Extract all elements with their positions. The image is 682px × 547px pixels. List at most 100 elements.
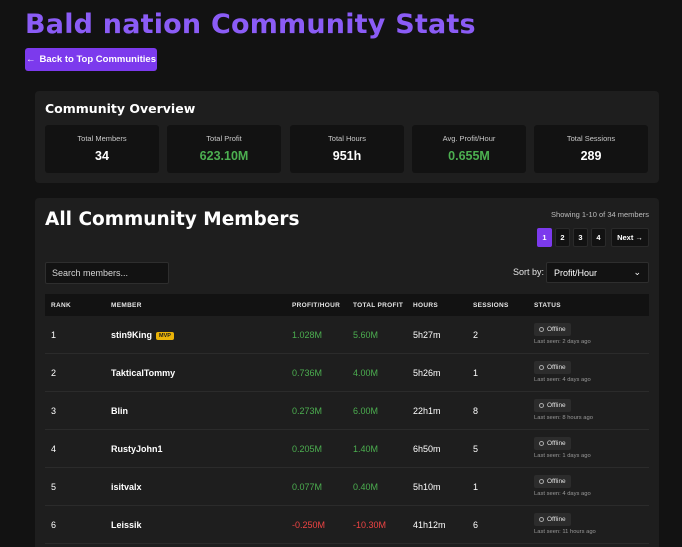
table-row[interactable]: 1 stin9King MVP 1.028M 5.60M 5h27m 2 Offl… (45, 316, 649, 354)
member-name: Blin (111, 406, 128, 416)
member-name: isitvalx (111, 482, 142, 492)
status-dot-icon (539, 441, 544, 446)
col-sessions: SESSIONS (473, 302, 509, 309)
total-profit: 0.40M (353, 482, 379, 492)
member-name: stin9King MVP (111, 330, 174, 340)
stat-value: 0.655M (448, 149, 490, 163)
status-text: Offline (547, 516, 566, 523)
profit-hour: 1.028M (292, 330, 323, 340)
total-profit: 5.60M (353, 330, 379, 340)
total-profit: 6.00M (353, 406, 379, 416)
back-to-top-communities-button[interactable]: ← Back to Top Communities (25, 48, 157, 71)
sessions: 1 (473, 368, 479, 378)
search-members-input[interactable] (45, 262, 169, 284)
rank: 4 (51, 444, 57, 454)
last-seen: Last seen: 1 days ago (534, 453, 591, 459)
table-row[interactable]: 4 RustyJohn1 0.205M 1.40M 6h50m 5 Offlin… (45, 430, 649, 468)
stat-total-sessions: Total Sessions 289 (534, 125, 648, 173)
sort-select[interactable]: Profit/Hour ⌄ (546, 262, 649, 283)
stat-label: Total Sessions (566, 134, 616, 143)
sort-value: Profit/Hour (554, 267, 598, 278)
col-rank: RANK (51, 302, 71, 309)
pagination: 1 2 3 4 Next → (537, 228, 649, 247)
status-badge: Offline (534, 475, 571, 488)
col-hours: HOURS (413, 302, 438, 309)
total-profit: 4.00M (353, 368, 379, 378)
member-name-text: stin9King (111, 330, 153, 340)
overview-title: Community Overview (45, 101, 196, 116)
page-button-3[interactable]: 3 (573, 228, 588, 247)
table-row[interactable]: 5 isitvalx 0.077M 0.40M 5h10m 1 Offline … (45, 468, 649, 506)
sessions: 8 (473, 406, 479, 416)
stat-label: Total Profit (206, 134, 242, 143)
next-label: Next (617, 233, 634, 242)
chevron-down-icon: ⌄ (633, 267, 641, 277)
stat-label: Total Hours (328, 134, 366, 143)
status-text: Offline (547, 478, 566, 485)
sessions: 6 (473, 520, 479, 530)
page-button-1[interactable]: 1 (537, 228, 552, 247)
table-header: RANK MEMBER PROFIT/HOUR TOTAL PROFIT HOU… (45, 294, 649, 316)
status-text: Offline (547, 440, 566, 447)
status-text: Offline (547, 402, 566, 409)
status-badge: Offline (534, 437, 571, 450)
stat-total-members: Total Members 34 (45, 125, 159, 173)
table-row[interactable]: 2 TakticalTommy 0.736M 4.00M 5h26m 1 Off… (45, 354, 649, 392)
mvp-badge: MVP (156, 332, 174, 340)
col-total-profit: TOTAL PROFIT (353, 302, 404, 309)
page-button-2[interactable]: 2 (555, 228, 570, 247)
col-member: MEMBER (111, 302, 142, 309)
back-button-label: Back to Top Communities (39, 54, 156, 65)
status-badge: Offline (534, 323, 571, 336)
rank: 6 (51, 520, 57, 530)
hours: 6h50m (413, 444, 441, 454)
hours: 5h26m (413, 368, 441, 378)
hours: 41h12m (413, 520, 446, 530)
stat-total-profit: Total Profit 623.10M (167, 125, 281, 173)
rank: 2 (51, 368, 57, 378)
table-row[interactable]: 3 Blin 0.273M 6.00M 22h1m 8 Offline Last… (45, 392, 649, 430)
next-page-button[interactable]: Next → (611, 228, 649, 247)
arrow-left-icon: ← (26, 54, 36, 65)
stat-label: Total Members (77, 134, 127, 143)
stat-total-hours: Total Hours 951h (290, 125, 404, 173)
last-seen: Last seen: 8 hours ago (534, 415, 593, 421)
status-badge: Offline (534, 361, 571, 374)
sort-label: Sort by: (513, 267, 545, 277)
arrow-right-icon: → (635, 233, 643, 242)
last-seen: Last seen: 4 days ago (534, 491, 591, 497)
status-dot-icon (539, 479, 544, 484)
member-name: RustyJohn1 (111, 444, 163, 454)
hours: 22h1m (413, 406, 441, 416)
profit-hour: 0.205M (292, 444, 323, 454)
page-button-4[interactable]: 4 (591, 228, 606, 247)
community-members-panel: All Community Members Showing 1-10 of 34… (35, 198, 659, 547)
col-status: STATUS (534, 302, 561, 309)
last-seen: Last seen: 11 hours ago (534, 529, 596, 535)
page-title: Bald nation Community Stats (25, 9, 476, 40)
status-dot-icon (539, 365, 544, 370)
stat-avg-profit-hour: Avg. Profit/Hour 0.655M (412, 125, 526, 173)
rank: 5 (51, 482, 57, 492)
last-seen: Last seen: 2 days ago (534, 339, 591, 345)
hours: 5h27m (413, 330, 441, 340)
total-profit: -10.30M (353, 520, 387, 530)
status-dot-icon (539, 327, 544, 332)
profit-hour: -0.250M (292, 520, 326, 530)
status-dot-icon (539, 517, 544, 522)
col-profit-hour: PROFIT/HOUR (292, 302, 341, 309)
status-badge: Offline (534, 399, 571, 412)
total-profit: 1.40M (353, 444, 379, 454)
status-badge: Offline (534, 513, 571, 526)
showing-count: Showing 1-10 of 34 members (551, 210, 649, 219)
profit-hour: 0.736M (292, 368, 323, 378)
sessions: 2 (473, 330, 479, 340)
stat-value: 623.10M (199, 149, 249, 163)
hours: 5h10m (413, 482, 441, 492)
stat-value: 289 (580, 149, 602, 163)
stat-value: 34 (95, 149, 109, 163)
last-seen: Last seen: 4 days ago (534, 377, 591, 383)
table-row[interactable]: 6 Leissik -0.250M -10.30M 41h12m 6 Offli… (45, 506, 649, 544)
sessions: 1 (473, 482, 479, 492)
member-name: TakticalTommy (111, 368, 176, 378)
